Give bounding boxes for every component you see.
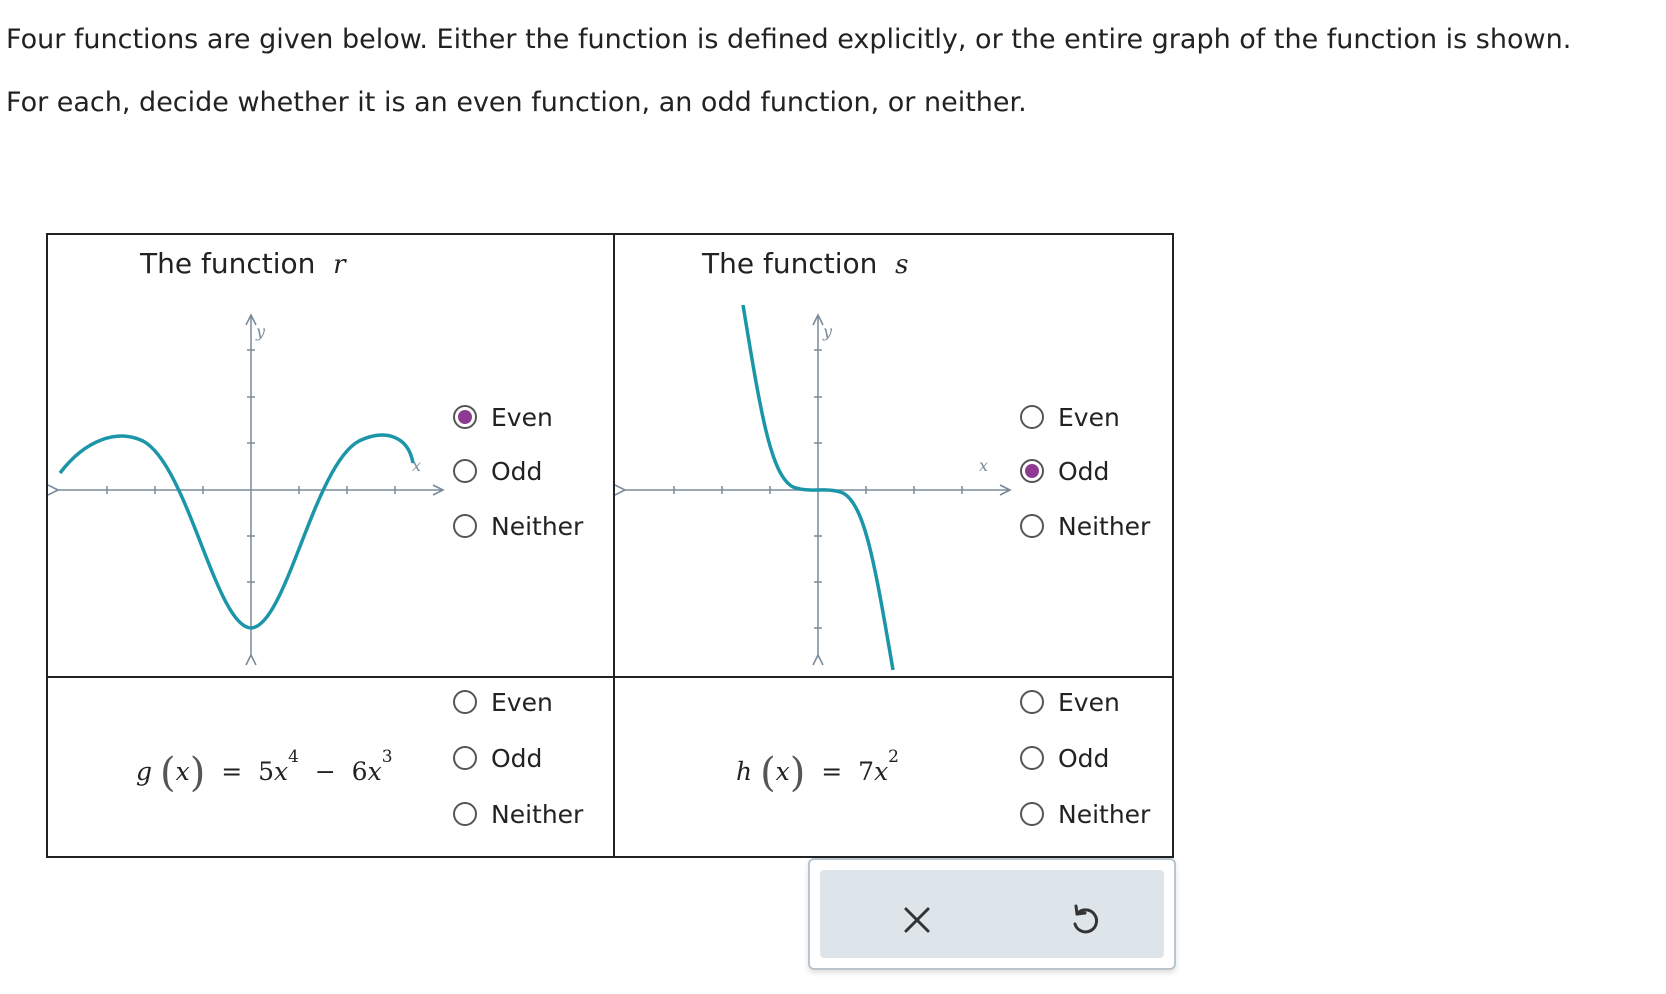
option-label: Neither xyxy=(491,511,584,541)
option-label: Neither xyxy=(1058,511,1151,541)
g-term1-exp: 4 xyxy=(288,747,299,767)
graph-r: y x xyxy=(48,313,445,666)
option-label: Neither xyxy=(1058,799,1151,829)
g-term1-coef: 5 xyxy=(258,757,274,786)
graph-r-curve xyxy=(58,433,415,630)
function-s-var: s xyxy=(895,250,909,280)
answer-toolbar xyxy=(808,858,1176,970)
g-term1-var: x xyxy=(273,757,289,786)
radio-button[interactable] xyxy=(1020,802,1044,826)
toolbar-panel xyxy=(820,870,1164,958)
clear-button[interactable] xyxy=(897,900,937,940)
option-label: Even xyxy=(491,402,553,432)
graph-s: y x xyxy=(615,305,1012,671)
radio-button[interactable] xyxy=(453,802,477,826)
functions-table: The function r y x Even Odd Neither The … xyxy=(46,233,1174,858)
function-r-title-text: The function xyxy=(140,247,316,280)
option-label: Odd xyxy=(491,743,543,773)
h-option-even[interactable]: Even xyxy=(1020,682,1120,722)
prompt-line-2: For each, decide whether it is an even f… xyxy=(6,87,1027,118)
function-r-title: The function r xyxy=(140,247,346,280)
radio-button[interactable] xyxy=(1020,459,1044,483)
option-label: Even xyxy=(491,687,553,717)
h-term1-coef: 7 xyxy=(858,757,875,786)
table-divider-horizontal xyxy=(48,676,1172,678)
s-option-odd[interactable]: Odd xyxy=(1020,451,1109,491)
g-eq: = xyxy=(221,757,243,786)
s-option-neither[interactable]: Neither xyxy=(1020,506,1150,546)
close-icon xyxy=(904,907,930,933)
graph-s-x-label: x xyxy=(979,456,988,475)
g-op: − xyxy=(314,757,336,786)
radio-button[interactable] xyxy=(453,459,477,483)
g-term2-var: x xyxy=(367,757,382,786)
g-option-odd[interactable]: Odd xyxy=(453,738,542,778)
h-term1-exp: 2 xyxy=(888,747,899,767)
r-option-even[interactable]: Even xyxy=(453,397,553,437)
radio-button[interactable] xyxy=(1020,690,1044,714)
graph-s-y-label: y xyxy=(822,322,833,341)
g-fn: g xyxy=(136,757,153,786)
s-option-even[interactable]: Even xyxy=(1020,397,1120,437)
h-eq: = xyxy=(821,757,843,786)
option-label: Even xyxy=(1058,687,1120,717)
r-option-neither[interactable]: Neither xyxy=(453,506,583,546)
function-r-var: r xyxy=(333,250,346,280)
function-s-title-text: The function xyxy=(702,247,878,280)
radio-button[interactable] xyxy=(1020,514,1044,538)
g-option-even[interactable]: Even xyxy=(453,682,553,722)
prompt-line-1: Four functions are given below. Either t… xyxy=(6,24,1572,55)
h-option-neither[interactable]: Neither xyxy=(1020,794,1150,834)
option-label: Neither xyxy=(491,799,584,829)
function-s-title: The function s xyxy=(702,247,909,280)
h-arg: x xyxy=(775,757,790,786)
g-option-neither[interactable]: Neither xyxy=(453,794,583,834)
function-g-formula: g (x) = 5x4 − 6x3 xyxy=(136,747,393,796)
h-term1-var: x xyxy=(874,757,889,786)
reset-button[interactable] xyxy=(1065,900,1105,940)
option-label: Odd xyxy=(1058,743,1110,773)
undo-icon xyxy=(1073,904,1099,934)
graph-r-y-label: y xyxy=(255,322,266,341)
g-term2-exp: 3 xyxy=(381,747,393,767)
function-h-formula: h (x) = 7x2 xyxy=(736,747,899,796)
radio-button[interactable] xyxy=(453,514,477,538)
radio-button[interactable] xyxy=(453,405,477,429)
radio-button[interactable] xyxy=(1020,405,1044,429)
radio-button[interactable] xyxy=(1020,746,1044,770)
option-label: Odd xyxy=(1058,456,1110,486)
radio-button[interactable] xyxy=(453,690,477,714)
option-label: Odd xyxy=(491,456,543,486)
h-fn: h xyxy=(736,757,753,786)
r-option-odd[interactable]: Odd xyxy=(453,451,542,491)
radio-button[interactable] xyxy=(453,746,477,770)
g-term2-coef: 6 xyxy=(351,757,368,786)
option-label: Even xyxy=(1058,402,1120,432)
g-arg: x xyxy=(175,757,190,786)
h-option-odd[interactable]: Odd xyxy=(1020,738,1109,778)
